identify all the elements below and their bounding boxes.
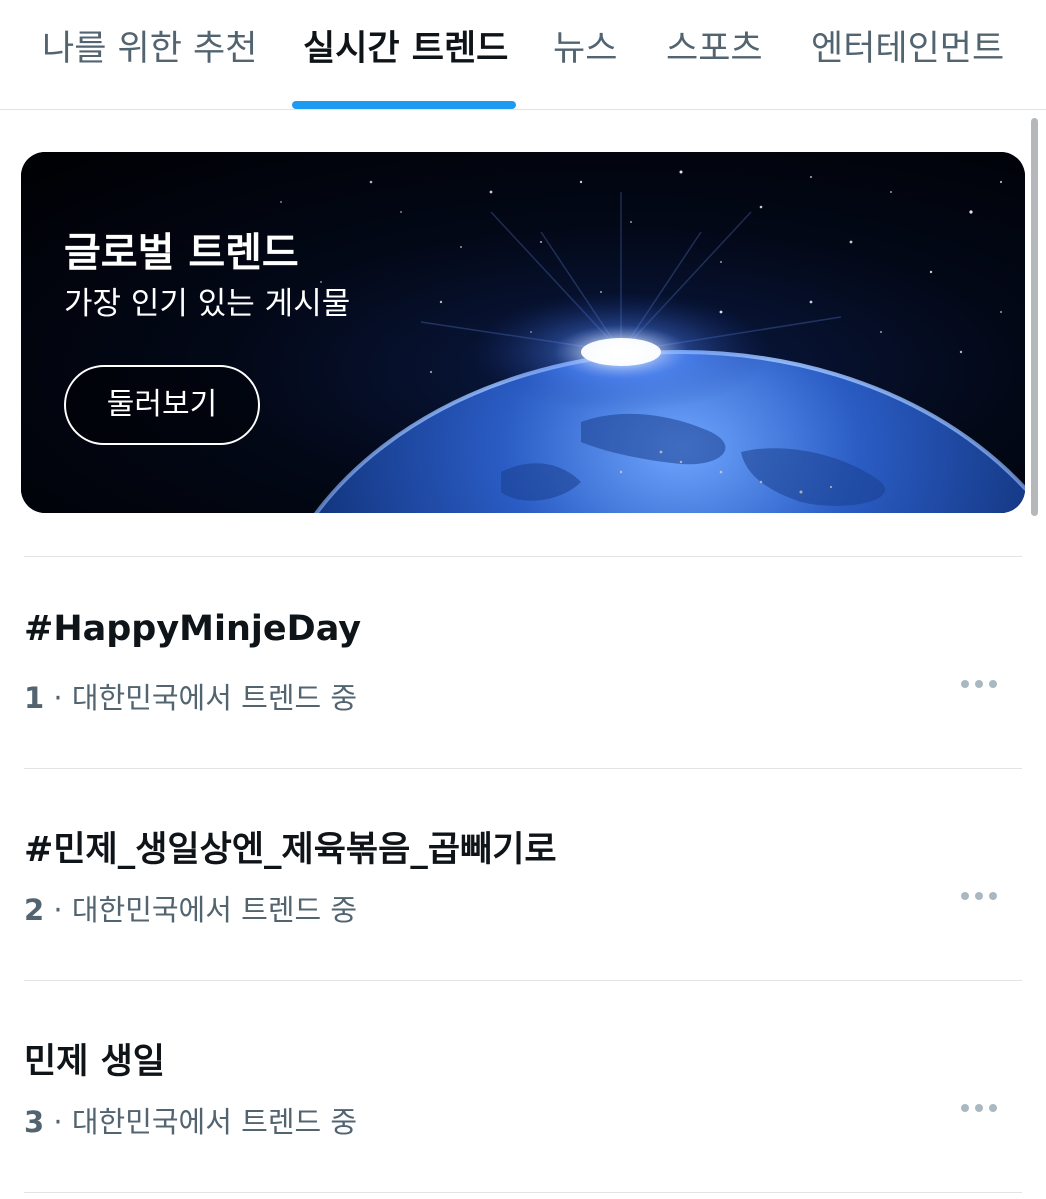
trend-location: · 대한민국에서 트렌드 중: [44, 893, 358, 927]
more-horizontal-icon: [961, 892, 997, 900]
banner-subtitle: 가장 인기 있는 게시물: [64, 286, 351, 322]
global-trends-banner[interactable]: 글로벌 트렌드 가장 인기 있는 게시물 둘러보기: [21, 152, 1025, 513]
trend-rank: 3: [24, 1105, 45, 1139]
banner-title: 글로벌 트렌드: [64, 230, 299, 276]
explore-page: 나를 위한 추천 실시간 트렌드 뉴스 스포츠 엔터테인먼트 글로벌 트렌드 가…: [0, 0, 1046, 1199]
scrollbar-thumb[interactable]: [1031, 118, 1038, 516]
trend-name: #민제_생일상엔_제육볶음_곱빼기로: [24, 830, 557, 870]
trend-rank: 2: [24, 893, 45, 927]
trend-location: · 대한민국에서 트렌드 중: [44, 681, 358, 715]
earth-from-space-image: [21, 152, 1025, 513]
more-horizontal-icon: [961, 680, 997, 688]
more-options-button[interactable]: [954, 1093, 1004, 1123]
active-tab-indicator: [292, 101, 516, 109]
trend-rank: 1: [24, 681, 45, 715]
trend-context: 3 · 대한민국에서 트렌드 중: [24, 1099, 357, 1141]
tab-trending[interactable]: 실시간 트렌드: [303, 24, 508, 74]
more-options-button[interactable]: [954, 881, 1004, 911]
tab-entertainment[interactable]: 엔터테인먼트: [811, 24, 1004, 74]
tab-news[interactable]: 뉴스: [553, 24, 617, 74]
trend-item[interactable]: #민제_생일상엔_제육볶음_곱빼기로 2 · 대한민국에서 트렌드 중: [0, 769, 1046, 980]
trend-context: 2 · 대한민국에서 트렌드 중: [24, 887, 357, 929]
tab-sports[interactable]: 스포츠: [666, 24, 763, 74]
trend-name: 민제 생일: [24, 1042, 165, 1082]
tab-for-you[interactable]: 나를 위한 추천: [42, 24, 257, 74]
trend-name: #HappyMinjeDay: [24, 609, 362, 649]
trend-item[interactable]: #HappyMinjeDay 1 · 대한민국에서 트렌드 중: [0, 557, 1046, 768]
explore-button[interactable]: 둘러보기: [64, 365, 260, 445]
trend-item[interactable]: 민제 생일 3 · 대한민국에서 트렌드 중: [0, 981, 1046, 1192]
trend-context: 1 · 대한민국에서 트렌드 중: [24, 675, 357, 717]
tab-bar: 나를 위한 추천 실시간 트렌드 뉴스 스포츠 엔터테인먼트: [0, 0, 1046, 110]
more-horizontal-icon: [961, 1104, 997, 1112]
divider: [24, 1192, 1022, 1193]
more-options-button[interactable]: [954, 669, 1004, 699]
trend-location: · 대한민국에서 트렌드 중: [44, 1105, 358, 1139]
